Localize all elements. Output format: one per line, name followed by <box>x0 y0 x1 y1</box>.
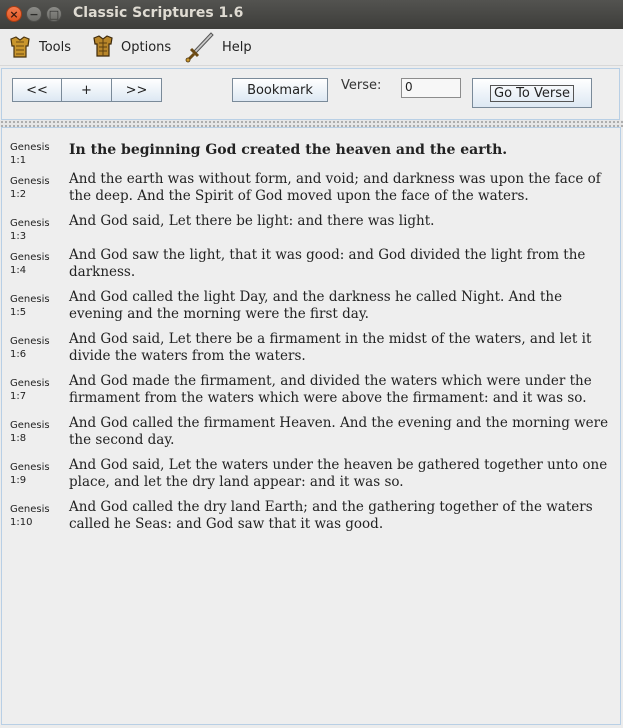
verse-reference: Genesis 1:3 <box>10 217 50 243</box>
verse-input[interactable]: 0 <box>401 78 461 98</box>
shield-icon <box>93 35 113 57</box>
verse-book: Genesis <box>10 420 50 431</box>
menu-bar: Tools Options Help <box>0 29 623 66</box>
verse-chapter-verse: 1:10 <box>10 517 33 528</box>
verse-text: And God said, Let the waters under the h… <box>69 457 608 490</box>
verse-text: And God called the firmament Heaven. And… <box>69 415 609 448</box>
verse-text: In the beginning God created the heaven … <box>69 142 508 158</box>
verse-chapter-verse: 1:5 <box>10 307 27 318</box>
verse-chapter-verse: 1:6 <box>10 349 27 360</box>
next-button[interactable]: >> <box>112 78 162 102</box>
add-button[interactable]: + <box>62 78 112 102</box>
verse-chapter-verse: 1:4 <box>10 265 27 276</box>
verse-chapter-verse: 1:1 <box>10 155 27 166</box>
verse-reference: Genesis 1:7 <box>10 377 50 403</box>
verse-reference: Genesis 1:5 <box>10 293 50 319</box>
verse-book: Genesis <box>10 142 50 153</box>
verse-book: Genesis <box>10 294 50 305</box>
verse-chapter-verse: 1:7 <box>10 391 27 402</box>
verse-chapter-verse: 1:9 <box>10 475 27 486</box>
minimize-window-button[interactable]: − <box>26 6 42 22</box>
bookmark-button[interactable]: Bookmark <box>232 78 328 102</box>
verse-chapter-verse: 1:2 <box>10 189 27 200</box>
verse-book: Genesis <box>10 378 50 389</box>
verse-reference: Genesis 1:1 <box>10 141 50 167</box>
verse-book: Genesis <box>10 462 50 473</box>
verse-chapter-verse: 1:8 <box>10 433 27 444</box>
split-pane-divider[interactable] <box>0 120 623 127</box>
verse-book: Genesis <box>10 336 50 347</box>
menu-options-label: Options <box>121 39 172 55</box>
verse-text: And God said, Let there be light: and th… <box>69 213 435 229</box>
verse-label: Verse: <box>341 78 382 93</box>
maximize-window-button[interactable]: □ <box>46 6 62 22</box>
verse-text: And God saw the light, that it was good:… <box>69 247 586 280</box>
menu-tools-label: Tools <box>39 39 72 55</box>
verse-book: Genesis <box>10 218 50 229</box>
verse-text: And God made the firmament, and divided … <box>69 373 592 406</box>
toolbar: << + >> Bookmark Verse: 0 Go To Verse <box>1 68 620 120</box>
verse-book: Genesis <box>10 504 50 515</box>
menu-help[interactable]: Help <box>184 29 252 65</box>
verse-text: And the earth was without form, and void… <box>69 171 601 204</box>
verse-chapter-verse: 1:3 <box>10 231 27 242</box>
navigation-group: << + >> <box>12 78 162 102</box>
menu-help-label: Help <box>222 39 252 55</box>
verse-reference: Genesis 1:8 <box>10 419 50 445</box>
sword-icon <box>185 32 214 63</box>
verse-reference: Genesis 1:4 <box>10 251 50 277</box>
verse-list: Genesis 1:1 In the beginning God created t… <box>1 127 621 725</box>
previous-button[interactable]: << <box>12 78 62 102</box>
menu-options[interactable]: Options <box>91 29 171 65</box>
close-window-button[interactable]: × <box>6 6 22 22</box>
go-to-verse-button[interactable]: Go To Verse <box>472 78 592 108</box>
verse-text: And God called the dry land Earth; and t… <box>69 499 593 532</box>
verse-book: Genesis <box>10 176 50 187</box>
verse-text: And God called the light Day, and the da… <box>69 289 563 322</box>
window-title: Classic Scriptures 1.6 <box>73 5 244 21</box>
menu-tools[interactable]: Tools <box>7 29 71 65</box>
verse-reference: Genesis 1:9 <box>10 461 50 487</box>
verse-book: Genesis <box>10 252 50 263</box>
title-bar: × − □ Classic Scriptures 1.6 <box>0 0 623 29</box>
verse-text: And God said, Let there be a firmament i… <box>69 331 592 364</box>
verse-reference: Genesis 1:2 <box>10 175 50 201</box>
armor-icon <box>10 36 30 58</box>
verse-reference: Genesis 1:6 <box>10 335 50 361</box>
go-to-verse-label: Go To Verse <box>490 84 574 102</box>
verse-reference: Genesis 1:10 <box>10 503 50 529</box>
